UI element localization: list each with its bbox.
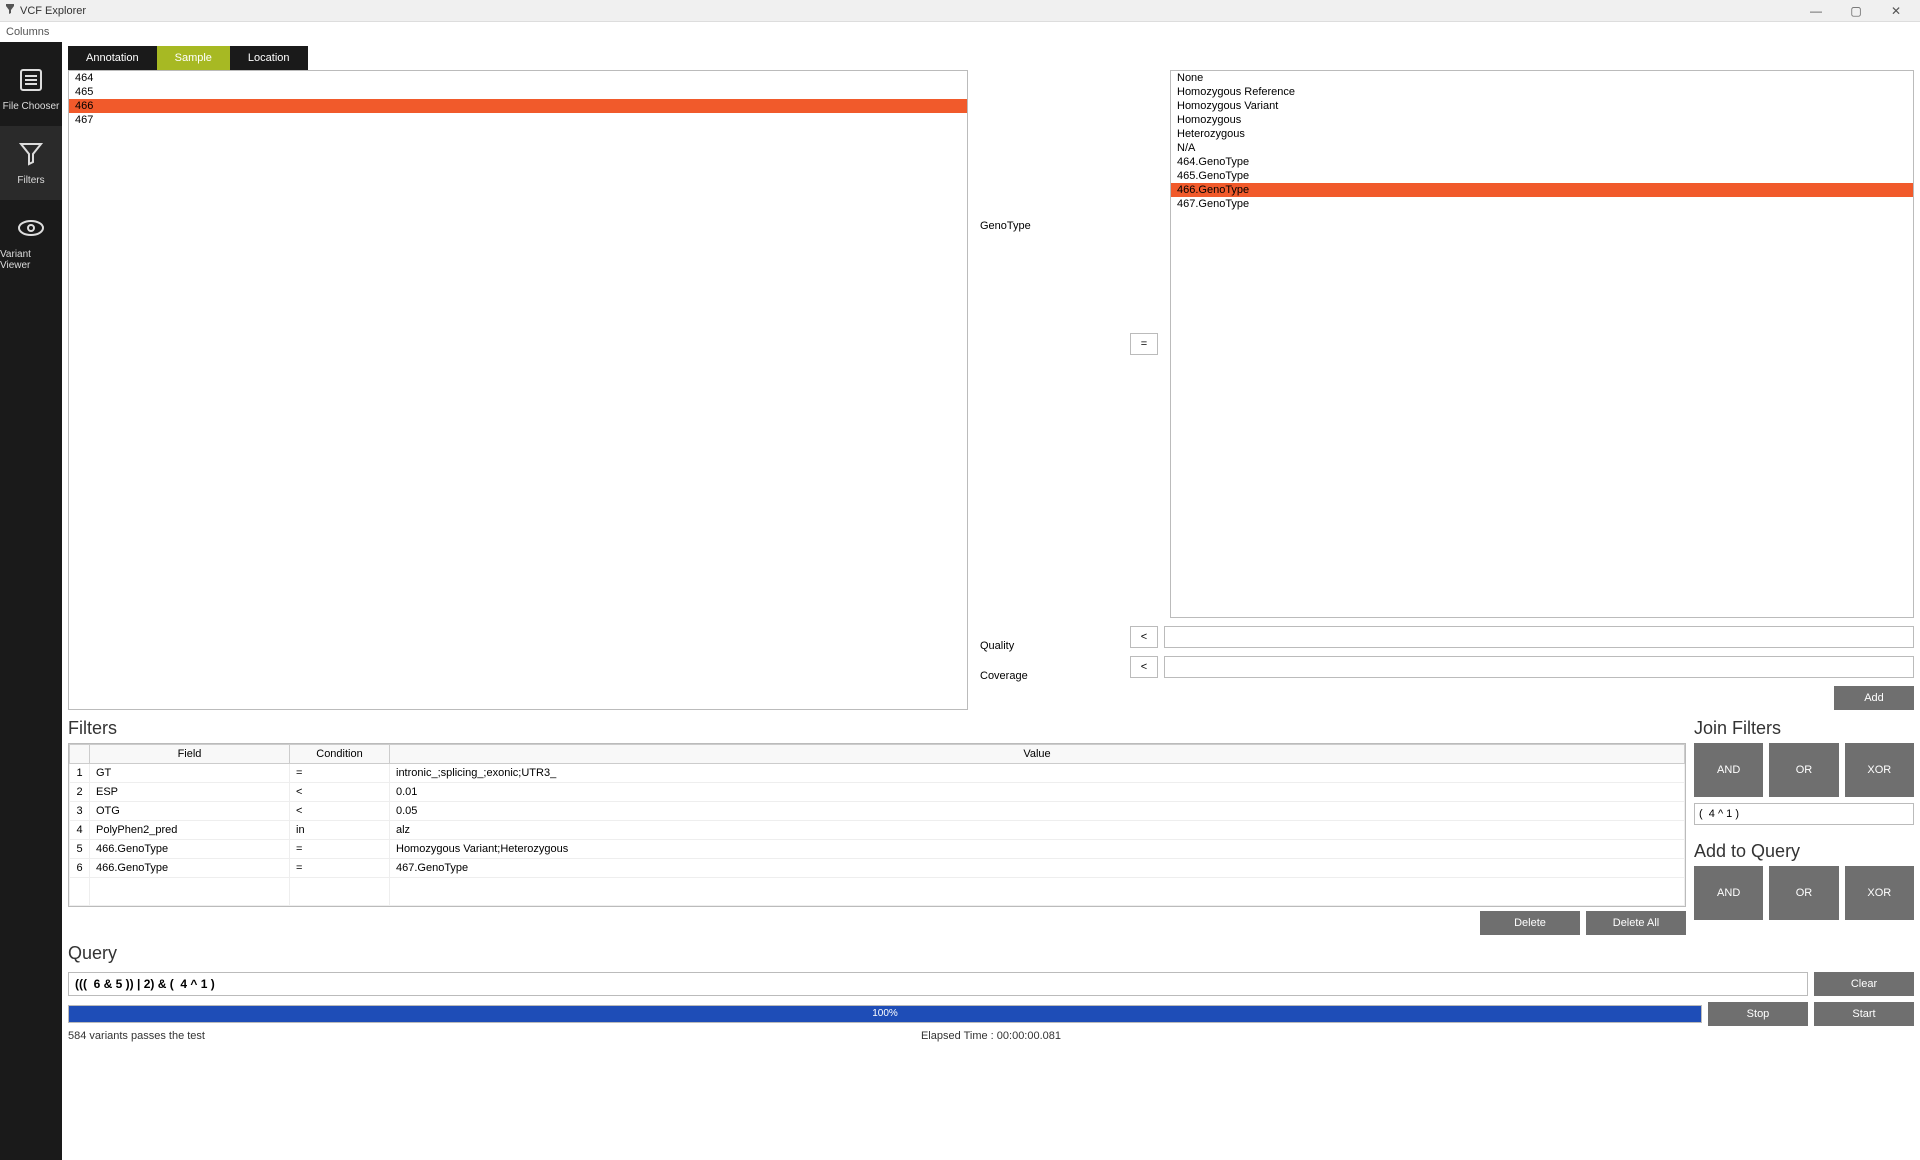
progress-fill: 100% bbox=[69, 1006, 1701, 1022]
sample-list[interactable]: 464465466467 bbox=[68, 70, 968, 710]
maximize-button[interactable]: ▢ bbox=[1836, 4, 1876, 18]
filter-row[interactable]: 1GT=intronic_;splicing_;exonic;UTR3_ bbox=[70, 764, 1685, 783]
tabs: Annotation Sample Location bbox=[68, 46, 1914, 70]
sidebar-item-filters[interactable]: Filters bbox=[0, 126, 62, 200]
filter-row[interactable]: 6466.GenoType=467.GenoType bbox=[70, 859, 1685, 878]
genotype-value-item[interactable]: Homozygous Variant bbox=[1171, 99, 1913, 113]
clear-button[interactable]: Clear bbox=[1814, 972, 1914, 996]
sidebar-label: File Chooser bbox=[3, 101, 60, 112]
delete-button[interactable]: Delete bbox=[1480, 911, 1580, 935]
quality-operator[interactable]: < bbox=[1130, 626, 1158, 648]
genotype-value-item[interactable]: None bbox=[1171, 71, 1913, 85]
status-variants: 584 variants passes the test bbox=[68, 1030, 683, 1042]
coverage-input[interactable] bbox=[1164, 656, 1914, 678]
coverage-label: Coverage bbox=[980, 670, 1118, 682]
start-button[interactable]: Start bbox=[1814, 1002, 1914, 1026]
menu-columns[interactable]: Columns bbox=[6, 26, 49, 38]
genotype-value-item[interactable]: 467.GenoType bbox=[1171, 197, 1913, 211]
genotype-value-item[interactable]: 466.GenoType bbox=[1171, 183, 1913, 197]
app-icon bbox=[4, 3, 16, 18]
col-value: Value bbox=[390, 745, 1685, 764]
status-elapsed: Elapsed Time : 00:00:00.081 bbox=[683, 1030, 1298, 1042]
sidebar-label: Variant Viewer bbox=[0, 249, 62, 271]
filter-icon bbox=[17, 140, 45, 171]
delete-all-button[interactable]: Delete All bbox=[1586, 911, 1686, 935]
addq-xor-button[interactable]: XOR bbox=[1845, 866, 1914, 920]
join-xor-button[interactable]: XOR bbox=[1845, 743, 1914, 797]
add-to-query-title: Add to Query bbox=[1694, 841, 1914, 862]
sample-item[interactable]: 465 bbox=[69, 85, 967, 99]
progress-bar: 100% bbox=[68, 1005, 1702, 1023]
window-title: VCF Explorer bbox=[20, 5, 86, 17]
sample-item[interactable]: 467 bbox=[69, 113, 967, 127]
add-button[interactable]: Add bbox=[1834, 686, 1914, 710]
sample-item[interactable]: 464 bbox=[69, 71, 967, 85]
filter-row[interactable]: 5466.GenoType=Homozygous Variant;Heteroz… bbox=[70, 840, 1685, 859]
menubar: Columns bbox=[0, 22, 1920, 42]
sidebar-item-variant-viewer[interactable]: Variant Viewer bbox=[0, 200, 62, 285]
genotype-value-item[interactable]: 464.GenoType bbox=[1171, 155, 1913, 169]
filters-table: Field Condition Value 1GT=intronic_;spli… bbox=[68, 743, 1686, 907]
genotype-value-list[interactable]: NoneHomozygous ReferenceHomozygous Varia… bbox=[1170, 70, 1914, 618]
filter-row[interactable]: 4PolyPhen2_predinalz bbox=[70, 821, 1685, 840]
sidebar: File Chooser Filters Variant Viewer bbox=[0, 42, 62, 1160]
genotype-value-item[interactable]: 465.GenoType bbox=[1171, 169, 1913, 183]
filter-row-empty bbox=[70, 878, 1685, 906]
filter-row[interactable]: 2ESP<0.01 bbox=[70, 783, 1685, 802]
genotype-value-item[interactable]: Homozygous Reference bbox=[1171, 85, 1913, 99]
join-input[interactable] bbox=[1694, 803, 1914, 825]
genotype-label: GenoType bbox=[980, 220, 1031, 232]
minimize-button[interactable]: — bbox=[1796, 4, 1836, 18]
filters-title: Filters bbox=[68, 718, 1686, 739]
genotype-operator[interactable]: = bbox=[1130, 333, 1158, 355]
sample-item[interactable]: 466 bbox=[69, 99, 967, 113]
addq-and-button[interactable]: AND bbox=[1694, 866, 1763, 920]
quality-input[interactable] bbox=[1164, 626, 1914, 648]
col-num bbox=[70, 745, 90, 764]
query-title: Query bbox=[68, 943, 1914, 964]
sidebar-label: Filters bbox=[17, 175, 44, 186]
genotype-value-item[interactable]: Heterozygous bbox=[1171, 127, 1913, 141]
col-field: Field bbox=[90, 745, 290, 764]
quality-label: Quality bbox=[980, 640, 1118, 652]
query-input[interactable] bbox=[68, 972, 1808, 996]
eye-icon bbox=[17, 214, 45, 245]
tab-annotation[interactable]: Annotation bbox=[68, 46, 157, 70]
file-chooser-icon bbox=[17, 66, 45, 97]
join-or-button[interactable]: OR bbox=[1769, 743, 1838, 797]
join-and-button[interactable]: AND bbox=[1694, 743, 1763, 797]
filter-row[interactable]: 3OTG<0.05 bbox=[70, 802, 1685, 821]
sidebar-item-file-chooser[interactable]: File Chooser bbox=[0, 52, 62, 126]
coverage-operator[interactable]: < bbox=[1130, 656, 1158, 678]
tab-sample[interactable]: Sample bbox=[157, 46, 230, 70]
genotype-value-item[interactable]: Homozygous bbox=[1171, 113, 1913, 127]
col-condition: Condition bbox=[290, 745, 390, 764]
close-button[interactable]: ✕ bbox=[1876, 4, 1916, 18]
join-filters-title: Join Filters bbox=[1694, 718, 1914, 739]
stop-button[interactable]: Stop bbox=[1708, 1002, 1808, 1026]
genotype-value-item[interactable]: N/A bbox=[1171, 141, 1913, 155]
tab-location[interactable]: Location bbox=[230, 46, 308, 70]
titlebar: VCF Explorer — ▢ ✕ bbox=[0, 0, 1920, 22]
addq-or-button[interactable]: OR bbox=[1769, 866, 1838, 920]
